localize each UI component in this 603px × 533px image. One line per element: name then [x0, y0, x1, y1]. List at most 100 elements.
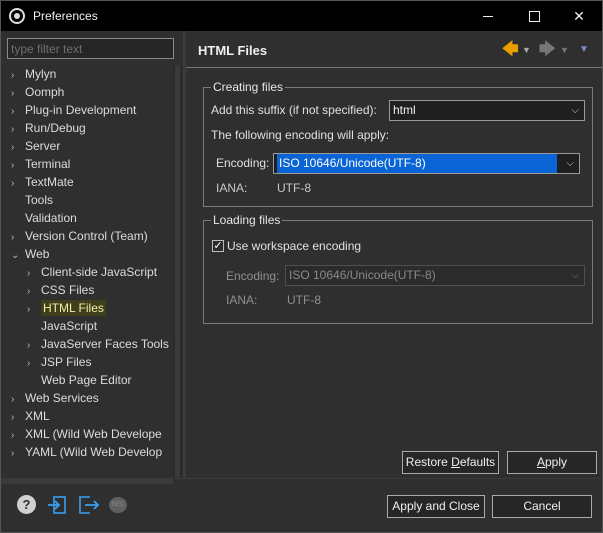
tree-item[interactable]: › YAML (Wild Web Develop	[11, 443, 162, 461]
tree-item-label: Web	[25, 247, 50, 261]
apply-and-close-button[interactable]: Apply and Close	[387, 495, 485, 518]
loading-files-group: Loading files ✓ Use workspace encoding E…	[203, 213, 593, 324]
page-title: HTML Files	[198, 43, 268, 58]
tree-item-label: Oomph	[25, 85, 65, 99]
tree-scroll-thumb[interactable]	[175, 65, 180, 477]
import-icon[interactable]	[47, 495, 67, 515]
loading-iana-label: IANA:	[226, 293, 258, 307]
restore-defaults-mnemonic: D	[451, 455, 460, 469]
maximize-button[interactable]	[511, 1, 557, 31]
help-icon[interactable]: ?	[17, 495, 36, 514]
loading-files-legend: Loading files	[211, 213, 283, 227]
creating-files-group: Creating files Add this suffix (if not s…	[203, 80, 593, 207]
tree-item[interactable]: Tools	[11, 191, 53, 209]
tree-vertical-scrollbar[interactable]	[173, 65, 182, 477]
creating-encoding-label: Encoding:	[216, 156, 270, 170]
preferences-dialog: Preferences ✕ ›Mylyn›Oomph›Plug-in Devel…	[0, 0, 603, 533]
encoding-note: The following encoding will apply:	[211, 128, 390, 142]
tree-item-label: Web Services	[25, 391, 99, 405]
tree-item[interactable]: JavaScript	[27, 317, 97, 335]
title-separator	[186, 67, 602, 68]
forward-arrow-icon[interactable]: 🡆	[539, 40, 556, 60]
tree-item[interactable]: Validation	[11, 209, 77, 227]
tree-item[interactable]: ⌄ Web	[11, 245, 49, 263]
tree-item-label: Web Page Editor	[41, 373, 132, 387]
tree-item[interactable]: › Terminal	[11, 155, 70, 173]
tree-item[interactable]: › XML (Wild Web Develope	[11, 425, 162, 443]
tree-item[interactable]: › CSS Files	[27, 281, 94, 299]
chevron-down-icon: ⌵	[571, 105, 579, 116]
creating-encoding-value: ISO 10646/Unicode(UTF-8)	[277, 154, 557, 173]
tree-item[interactable]: Web Page Editor	[27, 371, 132, 389]
tree-item[interactable]: › HTML Files	[27, 299, 106, 317]
loading-encoding-label: Encoding:	[226, 269, 280, 283]
tree-item-label: Client-side JavaScript	[41, 265, 158, 279]
filter-input[interactable]	[7, 38, 174, 59]
loading-iana-value: UTF-8	[287, 293, 321, 307]
apply-label-post: pply	[545, 455, 568, 469]
tree-item[interactable]: › Server	[11, 137, 60, 155]
preference-tree: › Mylyn › Oomph › Plug-in Development › Run/Deb…	[1, 65, 173, 477]
tree-item[interactable]: › Web Services	[11, 389, 99, 407]
restore-defaults-button[interactable]: Restore Defaults	[402, 451, 499, 474]
tree-item[interactable]: › Oomph	[11, 83, 64, 101]
tree-item-label: HTML Files	[41, 300, 106, 316]
tree-item-label: Run/Debug	[25, 121, 86, 135]
restore-defaults-label-pre: Restore	[405, 455, 452, 469]
preference-tree-panel: ›Mylyn›Oomph›Plug-in Development›Run/Deb…	[1, 31, 182, 484]
creating-iana-value: UTF-8	[277, 181, 311, 195]
tree-item[interactable]: › Version Control (Team)	[11, 227, 148, 245]
chevron-down-icon: ⌵	[566, 158, 574, 169]
view-menu-icon[interactable]: ▼	[579, 40, 589, 60]
tree-item[interactable]: › Client-side JavaScript	[27, 263, 157, 281]
forward-history-dropdown-icon[interactable]: ▼	[560, 40, 569, 60]
tree-item[interactable]: › Run/Debug	[11, 119, 86, 137]
close-button[interactable]: ✕	[556, 1, 602, 31]
oomph-record-icon[interactable]: REC	[109, 497, 127, 513]
tree-item[interactable]: › JavaServer Faces Tools	[27, 335, 169, 353]
tree-item-label: JSP Files	[41, 355, 92, 369]
workspace-encoding-label[interactable]: Use workspace encoding	[227, 239, 361, 253]
tree-item-label: CSS Files	[41, 283, 95, 297]
tree-item-label: Version Control (Team)	[25, 229, 148, 243]
tree-item[interactable]: › Mylyn	[11, 65, 56, 83]
preference-page: HTML Files 🡄 ▼ 🡆 ▼ ▼ Creating files Add …	[186, 31, 602, 479]
footer-separator	[1, 478, 602, 479]
tree-item-label: Server	[25, 139, 61, 153]
tree-item-label: Mylyn	[25, 67, 57, 81]
tree-item-label: Plug-in Development	[25, 103, 137, 117]
loading-encoding-combo: ISO 10646/Unicode(UTF-8) ⌵	[285, 265, 585, 286]
minimize-button[interactable]	[465, 1, 511, 31]
tree-item-label: XML	[25, 409, 50, 423]
tree-item-label: XML (Wild Web Develope	[25, 427, 162, 441]
apply-button[interactable]: Apply	[507, 451, 597, 474]
tree-item[interactable]: › TextMate	[11, 173, 74, 191]
suffix-combo[interactable]: html ⌵	[389, 100, 585, 121]
back-arrow-icon[interactable]: 🡄	[502, 40, 519, 60]
tree-item[interactable]: › JSP Files	[27, 353, 91, 371]
apply-mnemonic: A	[536, 455, 545, 469]
export-icon[interactable]	[78, 495, 100, 515]
chevron-right-icon[interactable]: ›	[11, 445, 25, 463]
tree-item-label: JavaScript	[41, 319, 98, 333]
creating-encoding-combo[interactable]: ISO 10646/Unicode(UTF-8) ⌵	[273, 153, 580, 174]
restore-defaults-label-post: efaults	[459, 455, 496, 469]
tree-item-label: JavaServer Faces Tools	[41, 337, 169, 351]
creating-files-legend: Creating files	[211, 80, 286, 94]
tree-item-label: Tools	[25, 193, 54, 207]
chevron-down-icon[interactable]: ⌄	[11, 247, 25, 265]
tree-item[interactable]: › XML	[11, 407, 50, 425]
chevron-down-icon: ⌵	[571, 270, 579, 281]
window-title: Preferences	[33, 9, 98, 23]
eclipse-app-icon	[9, 8, 25, 24]
back-history-dropdown-icon[interactable]: ▼	[522, 40, 531, 60]
suffix-label: Add this suffix (if not specified):	[211, 103, 377, 117]
tree-item-label: TextMate	[25, 175, 74, 189]
title-bar: Preferences ✕	[1, 1, 602, 31]
tree-item-label: Validation	[25, 211, 77, 225]
cancel-button[interactable]: Cancel	[492, 495, 592, 518]
suffix-value: html	[393, 103, 416, 117]
tree-item[interactable]: › Plug-in Development	[11, 101, 136, 119]
workspace-encoding-checkbox[interactable]: ✓	[212, 240, 224, 252]
loading-encoding-value: ISO 10646/Unicode(UTF-8)	[289, 268, 436, 282]
